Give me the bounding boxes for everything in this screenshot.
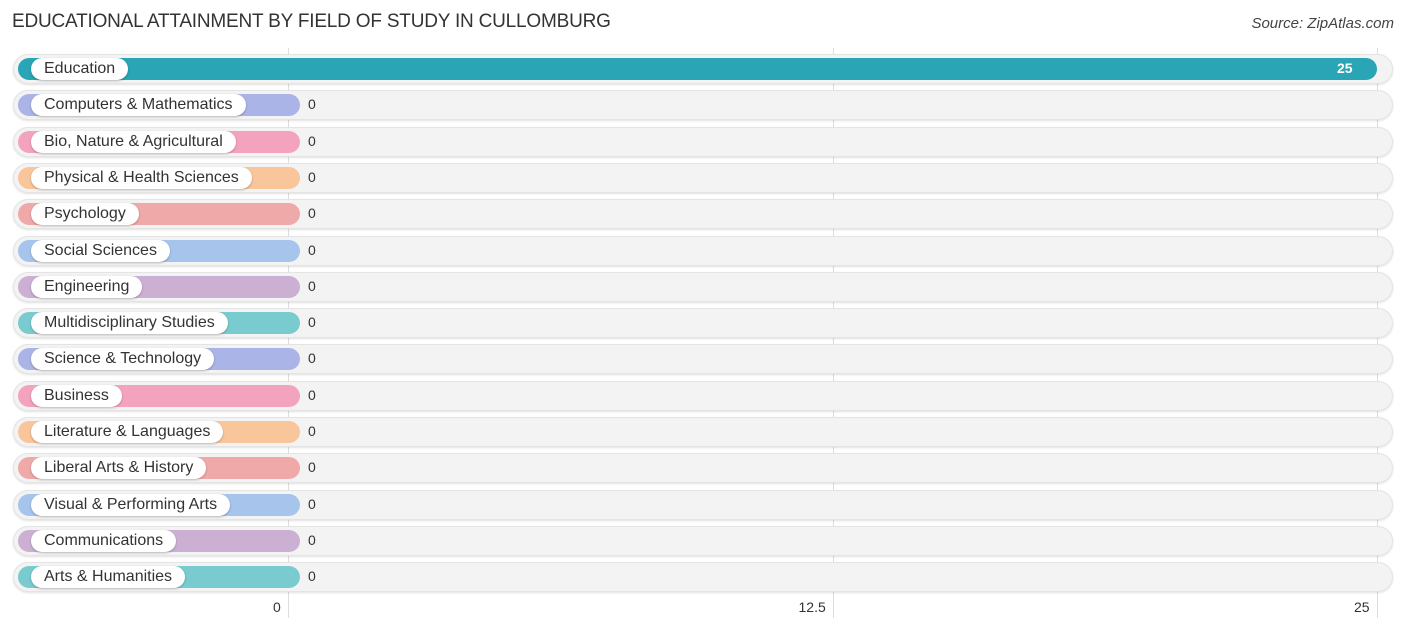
bar-row: Education 25 [13,54,1393,84]
category-label: Communications [31,529,177,552]
chart-plot-area: Education 25 Computers & Mathematics 0 Bio, … [0,0,1406,631]
value-label: 0 [308,132,316,149]
value-label: 0 [308,168,316,185]
bar-row: Liberal Arts & History 0 [13,453,1393,484]
category-label: Physical & Health Sciences [31,166,252,189]
category-label: Computers & Mathematics [31,94,246,117]
value-label: 0 [308,205,316,222]
bar-row: Literature & Languages 0 [13,417,1393,447]
bar-row: Multidisciplinary Studies 0 [13,308,1393,339]
category-label: Literature & Languages [31,421,224,443]
bar-row: Business 0 [13,380,1393,411]
value-label: 0 [308,459,316,476]
bar [18,58,1377,80]
category-label: Engineering [31,275,143,298]
value-label: 0 [308,531,316,548]
bar-row: Computers & Mathematics 0 [13,90,1393,121]
value-label: 25 [1337,60,1353,76]
value-label: 0 [308,277,316,294]
value-label: 0 [308,350,316,367]
bar-row: Social Sciences 0 [13,235,1393,266]
category-label: Psychology [31,203,139,226]
category-label: Education [31,58,129,80]
value-label: 0 [308,314,316,331]
category-label: Business [31,384,122,407]
category-label: Arts & Humanities [31,566,186,589]
x-tick-label: 0 [273,599,281,615]
category-label: Multidisciplinary Studies [31,312,228,335]
bar-row: Bio, Nature & Agricultural 0 [13,126,1393,157]
value-label: 0 [308,568,316,585]
bar-row: Communications 0 [13,525,1393,556]
bar-row: Science & Technology 0 [13,344,1393,375]
value-label: 0 [308,495,316,512]
category-label: Science & Technology [31,348,215,371]
value-label: 0 [308,241,316,258]
category-label: Liberal Arts & History [31,457,207,480]
bar-row: Engineering 0 [13,271,1393,302]
x-tick-label: 25 [1354,599,1370,615]
category-label: Bio, Nature & Agricultural [31,130,236,153]
bar-row: Arts & Humanities 0 [13,562,1393,593]
bar-row: Physical & Health Sciences 0 [13,162,1393,193]
category-label: Social Sciences [31,239,170,262]
category-label: Visual & Performing Arts [31,493,231,516]
value-label: 0 [308,386,316,403]
bar-row: Psychology 0 [13,199,1393,230]
bar-row: Visual & Performing Arts 0 [13,489,1393,520]
value-label: 0 [308,96,316,113]
value-label: 0 [308,423,316,439]
x-tick-label: 12.5 [798,599,826,615]
